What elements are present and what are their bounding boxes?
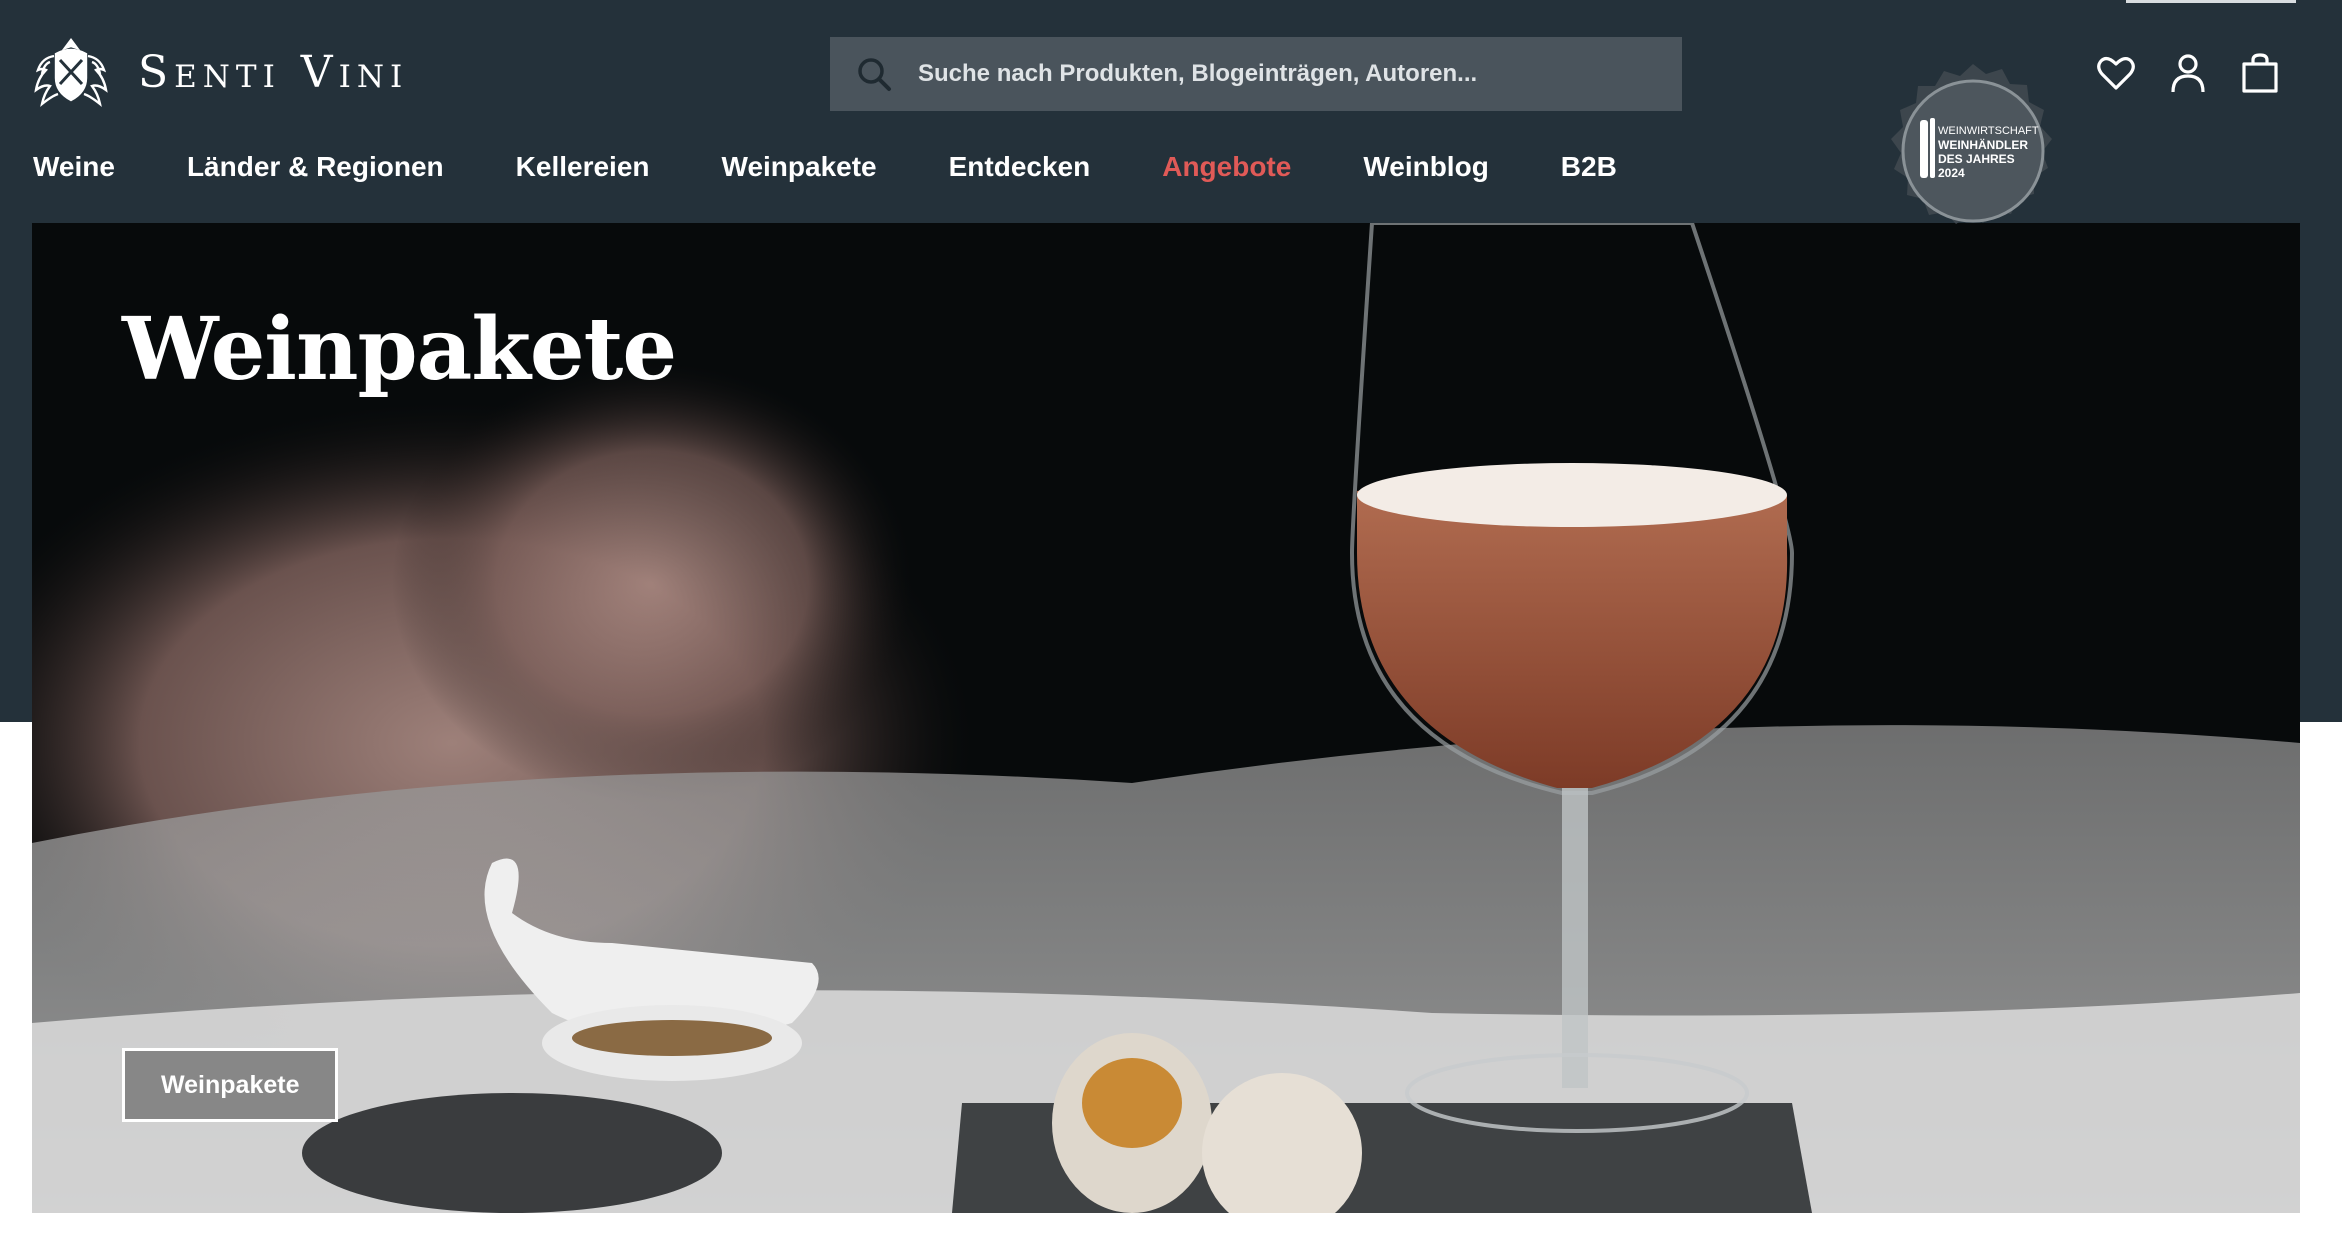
nav-item-kellereien[interactable]: Kellereien: [516, 146, 650, 188]
nav-item-laender-regionen[interactable]: Länder & Regionen: [187, 146, 444, 188]
nav-item-weinpakete[interactable]: Weinpakete: [722, 146, 877, 188]
crest-icon: [32, 34, 110, 113]
nav-item-angebote[interactable]: Angebote: [1162, 146, 1291, 188]
nav-item-weine[interactable]: Weine: [33, 146, 115, 188]
nav-item-entdecken[interactable]: Entdecken: [949, 146, 1091, 188]
brand-name: Senti Vini: [138, 47, 409, 98]
shopping-bag-icon[interactable]: [2240, 52, 2280, 94]
hero-title: Weinpakete: [122, 299, 677, 400]
badge-line-3: DES JAHRES: [1938, 152, 2015, 166]
badge-line-4: 2024: [1938, 166, 1965, 180]
user-icon[interactable]: [2168, 52, 2208, 94]
search-icon[interactable]: [854, 54, 894, 94]
badge-text: WEINWIRTSCHAFT WEINHÄNDLER DES JAHRES 20…: [1938, 124, 2039, 180]
top-strip: [2126, 0, 2296, 3]
badge-line-1: WEINWIRTSCHAFT: [1938, 125, 2039, 137]
hero-banner: Weinpakete Weinpakete: [32, 223, 2300, 1213]
nav-item-weinblog[interactable]: Weinblog: [1363, 146, 1488, 188]
nav-item-b2b[interactable]: B2B: [1561, 146, 1617, 188]
hero-button[interactable]: Weinpakete: [122, 1048, 339, 1122]
search-bar[interactable]: [830, 37, 1682, 111]
brand-logo[interactable]: Senti Vini: [32, 36, 408, 110]
search-input[interactable]: [916, 59, 1682, 89]
award-badge[interactable]: WEINWIRTSCHAFT WEINHÄNDLER DES JAHRES 20…: [1882, 60, 2064, 242]
heart-icon[interactable]: [2096, 52, 2136, 94]
main-nav: Weine Länder & Regionen Kellereien Weinp…: [33, 146, 1689, 188]
badge-line-2: WEINHÄNDLER: [1938, 138, 2028, 152]
